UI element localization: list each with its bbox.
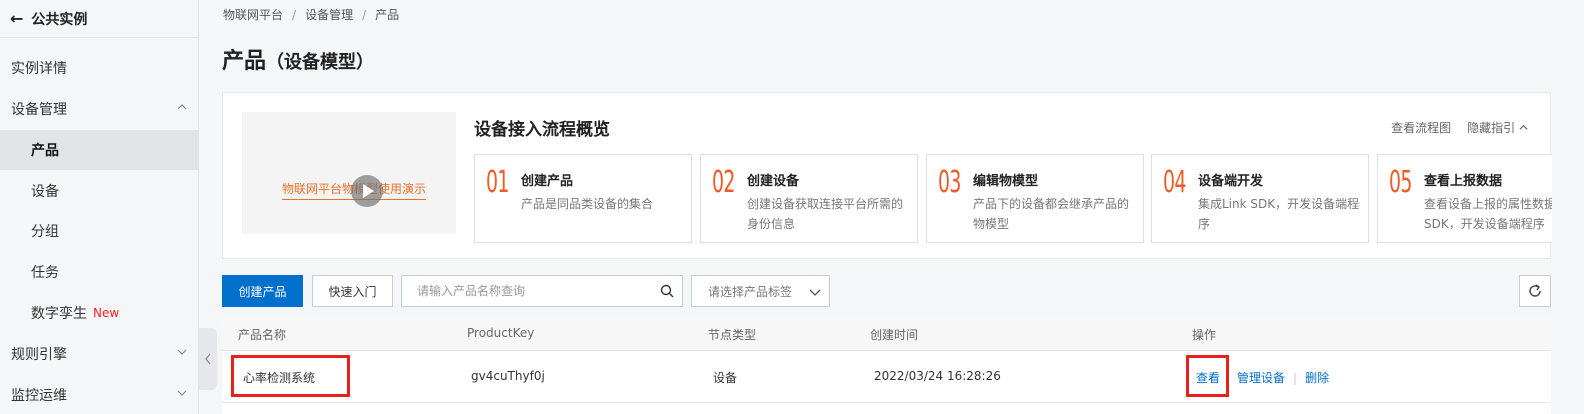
- play-icon[interactable]: [351, 175, 383, 207]
- onboarding-guide: 物联网平台物模型使用演示 设备接入流程概览 查看流程图 隐藏指引 01 创建产品…: [222, 92, 1552, 259]
- sidebar-item-label: 产品: [31, 143, 59, 159]
- breadcrumb-item: 产品: [375, 8, 400, 22]
- step-number: 01: [486, 165, 509, 200]
- sidebar-item-products[interactable]: 产品: [0, 130, 199, 170]
- action-divider: |: [1293, 371, 1298, 385]
- sidebar-item-label: 设备管理: [11, 102, 67, 118]
- guide-steps: 01 创建产品 产品是同品类设备的集合 02 创建设备 创建设备获取连接平台所需…: [474, 154, 1552, 243]
- guide-step[interactable]: 01 创建产品 产品是同品类设备的集合: [474, 154, 692, 243]
- chevron-down-icon: [809, 289, 821, 296]
- manage-devices-link[interactable]: 管理设备: [1237, 371, 1285, 385]
- sidebar-item-label: 分组: [31, 224, 59, 240]
- search-icon[interactable]: [660, 284, 674, 298]
- hide-guide-link[interactable]: 隐藏指引: [1467, 119, 1528, 136]
- guide-step[interactable]: 04 设备端开发 集成Link SDK，开发设备端程序: [1151, 154, 1369, 243]
- table-header: 产品名称 ProductKey 节点类型 创建时间 操作: [222, 316, 1551, 351]
- column-header: ProductKey: [467, 326, 535, 340]
- sidebar-item-instance-details[interactable]: 实例详情: [0, 48, 199, 88]
- breadcrumb-item[interactable]: 物联网平台: [223, 8, 283, 22]
- page-title-text: 产品: [222, 49, 267, 74]
- column-header: 创建时间: [870, 328, 919, 342]
- refresh-icon: [1529, 284, 1541, 297]
- sidebar-item-label: 实例详情: [11, 61, 67, 77]
- chevron-down-icon: [177, 390, 187, 396]
- create-product-button[interactable]: 创建产品: [222, 275, 303, 307]
- guide-step[interactable]: 03 编辑物模型 产品下的设备都会继承产品的物模型: [926, 154, 1144, 243]
- step-title: 创建产品: [521, 174, 574, 189]
- column-header: 产品名称: [238, 328, 287, 342]
- breadcrumb-item[interactable]: 设备管理: [305, 8, 353, 22]
- search-input[interactable]: [417, 284, 647, 298]
- column-header: 操作: [1192, 328, 1217, 342]
- delete-link[interactable]: 删除: [1305, 371, 1329, 385]
- back-to-instances[interactable]: ← 公共实例: [0, 0, 199, 38]
- chevron-up-icon: [177, 104, 187, 110]
- sidebar-item-digital-twin[interactable]: 数字孪生 New: [0, 293, 199, 333]
- sidebar-collapse-toggle[interactable]: [199, 328, 217, 390]
- guide-step[interactable]: 05 查看上报数据 查看设备上报的属性数据SDK，开发设备端程序: [1377, 154, 1552, 243]
- sidebar-item-label: 任务: [31, 265, 59, 281]
- sidebar: ← 公共实例 实例详情 设备管理 产品 设备 分组 任务 数字孪生 New 规则…: [0, 0, 199, 414]
- sidebar-item-rule-engine[interactable]: 规则引擎: [0, 334, 199, 374]
- created-time-cell: 2022/03/24 16:28:26: [874, 369, 1001, 383]
- back-label: 公共实例: [31, 11, 88, 28]
- product-key-cell: gv4cuThyf0j: [471, 369, 545, 383]
- refresh-button[interactable]: [1519, 275, 1551, 307]
- sidebar-item-device-management[interactable]: 设备管理: [0, 89, 199, 129]
- column-header: 节点类型: [708, 328, 757, 342]
- sidebar-item-label: 数字孪生: [31, 306, 87, 322]
- sidebar-item-label: 监控运维: [11, 388, 67, 404]
- step-title: 编辑物模型: [973, 174, 1039, 189]
- step-title: 查看上报数据: [1424, 174, 1503, 189]
- quickstart-button[interactable]: 快速入门: [312, 275, 393, 307]
- hide-guide-label: 隐藏指引: [1467, 121, 1516, 135]
- chevron-up-icon: [1519, 124, 1528, 130]
- view-flowchart-link[interactable]: 查看流程图: [1391, 119, 1451, 136]
- step-description: 产品是同品类设备的集合: [521, 197, 654, 211]
- step-description: 创建设备获取连接平台所需的身份信息: [747, 197, 904, 231]
- breadcrumb: 物联网平台 / 设备管理 / 产品: [223, 6, 399, 23]
- step-number: 03: [938, 165, 961, 200]
- chevron-left-icon: [205, 353, 211, 365]
- breadcrumb-separator: /: [362, 8, 367, 22]
- sidebar-item-monitoring[interactable]: 监控运维: [0, 375, 199, 414]
- node-type-cell: 设备: [713, 371, 738, 385]
- step-number: 02: [712, 165, 735, 200]
- sidebar-item-label: 规则引擎: [11, 347, 67, 363]
- page-subtitle: （设备模型）: [266, 52, 375, 73]
- table-row: 心率检测系统 gv4cuThyf0j 设备 2022/03/24 16:28:2…: [222, 351, 1551, 403]
- step-description: 产品下的设备都会继承产品的物模型: [973, 197, 1130, 231]
- highlight-box: [1186, 355, 1229, 397]
- step-description: 查看设备上报的属性数据SDK，开发设备端程序: [1424, 197, 1552, 231]
- arrow-left-icon: ←: [10, 9, 24, 28]
- guide-links: 查看流程图 隐藏指引: [1391, 119, 1528, 136]
- page-title: 产品（设备模型）: [222, 43, 374, 75]
- guide-step[interactable]: 02 创建设备 创建设备获取连接平台所需的身份信息: [700, 154, 918, 243]
- demo-video[interactable]: 物联网平台物模型使用演示: [242, 112, 456, 234]
- step-description: 集成Link SDK，开发设备端程序: [1198, 197, 1360, 231]
- step-number: 04: [1163, 165, 1186, 200]
- breadcrumb-separator: /: [292, 8, 297, 22]
- tag-select-placeholder: 请选择产品标签: [708, 284, 793, 299]
- step-title: 设备端开发: [1198, 174, 1264, 189]
- chevron-down-icon: [177, 349, 187, 355]
- search-box: [401, 275, 683, 307]
- sidebar-item-label: 设备: [31, 184, 59, 200]
- product-table: 产品名称 ProductKey 节点类型 创建时间 操作 心率检测系统 gv4c…: [222, 316, 1551, 414]
- step-title: 创建设备: [747, 174, 800, 189]
- product-tag-select[interactable]: 请选择产品标签: [691, 275, 830, 307]
- sidebar-item-tasks[interactable]: 任务: [0, 252, 199, 292]
- step-number: 05: [1389, 165, 1412, 200]
- sidebar-item-devices[interactable]: 设备: [0, 171, 199, 211]
- guide-title: 设备接入流程概览: [474, 120, 610, 140]
- highlight-box: [231, 355, 350, 397]
- sidebar-item-groups[interactable]: 分组: [0, 211, 199, 251]
- new-badge: New: [93, 306, 120, 320]
